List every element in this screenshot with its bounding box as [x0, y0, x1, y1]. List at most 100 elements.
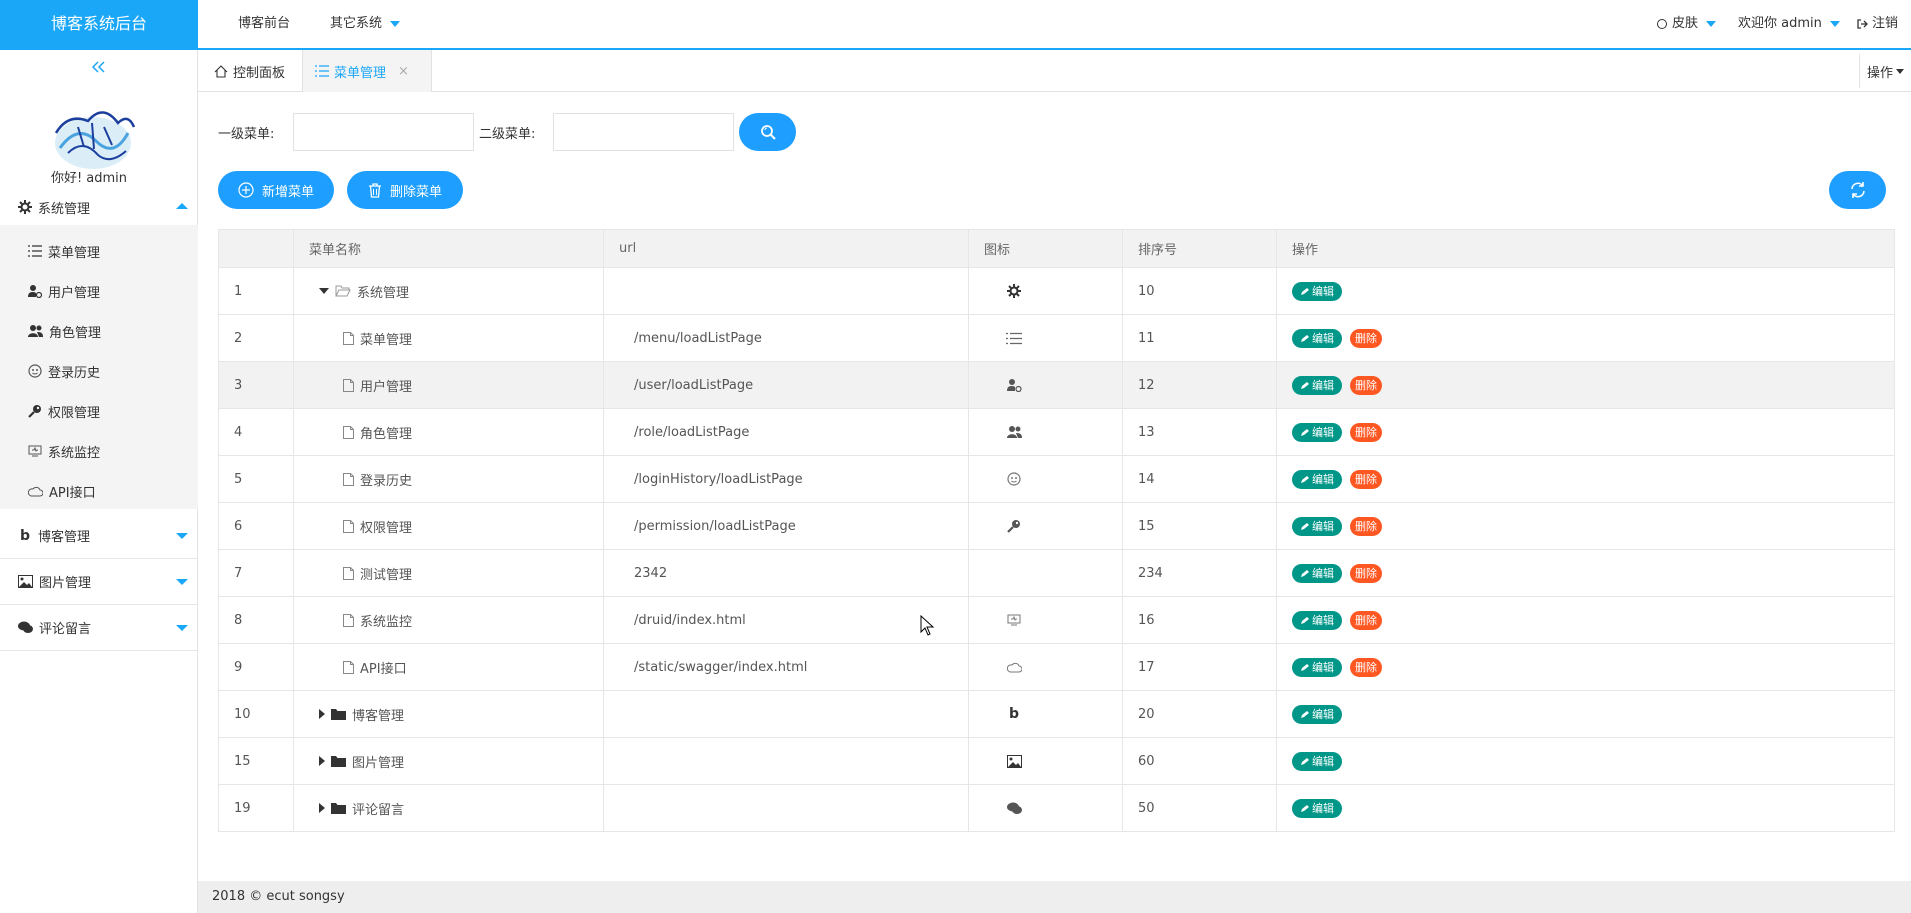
row-delete-button[interactable]: 删除 [1350, 657, 1382, 677]
tab-dashboard[interactable]: 控制面板 [212, 50, 287, 92]
cell-url [603, 737, 969, 785]
row-edit-button[interactable]: 编辑 [1292, 469, 1342, 489]
tab-label: 菜单管理 [334, 65, 387, 81]
sidebar-group-comments[interactable]: 评论留言 [0, 605, 198, 651]
sidebar-group-system[interactable]: 系统管理 [0, 189, 198, 225]
row-delete-button[interactable]: 删除 [1350, 469, 1382, 489]
add-menu-button[interactable]: 新增菜单 [218, 171, 334, 209]
comments-icon [18, 621, 33, 633]
delete-menu-button[interactable]: 删除菜单 [347, 171, 463, 209]
sidebar-item-roles[interactable]: 角色管理 [0, 311, 198, 351]
cell-sort: 15 [1122, 502, 1277, 550]
cell-actions: 编辑 删除 [1276, 549, 1895, 597]
row-edit-button[interactable]: 编辑 [1292, 328, 1342, 348]
sidebar-item-monitor[interactable]: 系统监控 [0, 431, 198, 471]
refresh-button[interactable] [1829, 171, 1886, 209]
sidebar-group-images[interactable]: 图片管理 [0, 559, 198, 605]
col-header-name[interactable]: 菜单名称 [293, 229, 604, 268]
chevron-down-icon [176, 533, 188, 539]
row-edit-button[interactable]: 编辑 [1292, 657, 1342, 677]
cell-icon [968, 784, 1123, 832]
key-icon [28, 405, 41, 418]
row-edit-button[interactable]: 编辑 [1292, 610, 1342, 630]
cell-sort: 10 [1122, 267, 1277, 315]
sidebar-item-api[interactable]: API接口 [0, 471, 198, 511]
pencil-icon [1301, 757, 1309, 765]
nav-other-systems[interactable]: 其它系统 [330, 0, 401, 48]
row-edit-button[interactable]: 编辑 [1292, 281, 1342, 301]
table-row[interactable]: 7 测试管理 2342 234 编辑 删除 [218, 549, 1895, 597]
cell-actions: 编辑 删除 [1276, 314, 1895, 362]
chevron-down-icon [1706, 21, 1717, 27]
col-header-url[interactable]: url [603, 229, 969, 268]
double-chevron-left-icon [91, 61, 105, 73]
table-row[interactable]: 4 角色管理/role/loadListPage 13 编辑 删除 [218, 408, 1895, 456]
table-row[interactable]: 8 系统监控/druid/index.html 16 编辑 删除 [218, 596, 1895, 644]
table-row[interactable]: 6 权限管理/permission/loadListPage 15 编辑 删除 [218, 502, 1895, 550]
col-header-sort[interactable]: 排序号 [1122, 229, 1277, 268]
nav-skin[interactable]: 皮肤 [1656, 0, 1717, 48]
cell-id: 2 [218, 314, 294, 362]
table-row[interactable]: 10 博客管理 b 20 编辑 [218, 690, 1895, 738]
pencil-icon [1301, 475, 1309, 483]
tab-operations-dropdown[interactable]: 操作 [1859, 54, 1911, 88]
sidebar-item-menu[interactable]: 菜单管理 [0, 231, 198, 271]
row-delete-button[interactable]: 删除 [1350, 610, 1382, 630]
sidebar-group-blog[interactable]: b 博客管理 [0, 513, 198, 559]
col-header-icon[interactable]: 图标 [968, 229, 1123, 268]
row-delete-button[interactable]: 删除 [1350, 422, 1382, 442]
sidebar-item-label: 权限管理 [48, 405, 101, 421]
filter-level1-input[interactable] [293, 113, 474, 151]
row-delete-button[interactable]: 删除 [1350, 516, 1382, 536]
row-edit-button[interactable]: 编辑 [1292, 516, 1342, 536]
blog-b-icon: b [19, 527, 31, 544]
file-icon [343, 378, 354, 392]
row-edit-label: 编辑 [1312, 473, 1334, 486]
filter-level2-input[interactable] [553, 113, 734, 151]
sidebar-item-permissions[interactable]: 权限管理 [0, 391, 198, 431]
row-delete-button[interactable]: 删除 [1350, 563, 1382, 583]
table-row[interactable]: 15 图片管理 60 编辑 [218, 737, 1895, 785]
search-button[interactable] [739, 113, 796, 151]
col-header-actions: 操作 [1276, 229, 1895, 268]
close-icon[interactable]: × [398, 64, 409, 79]
sidebar-item-login-history[interactable]: 登录历史 [0, 351, 198, 391]
top-navbar: 博客前台 其它系统 皮肤 欢迎你 admin 注销 [198, 0, 1911, 50]
table-row[interactable]: 5 登录历史/loginHistory/loadListPage 14 编辑 删除 [218, 455, 1895, 503]
row-edit-button[interactable]: 编辑 [1292, 704, 1342, 724]
row-delete-button[interactable]: 删除 [1350, 375, 1382, 395]
table-row[interactable]: 2 菜单管理/menu/loadListPage 11 编辑 删除 [218, 314, 1895, 362]
row-edit-button[interactable]: 编辑 [1292, 798, 1342, 818]
caret-right-icon[interactable] [319, 803, 325, 813]
cell-id: 15 [218, 737, 294, 785]
cell-sort: 12 [1122, 361, 1277, 409]
folder-icon [331, 802, 346, 814]
row-delete-button[interactable]: 删除 [1350, 328, 1382, 348]
caret-right-icon[interactable] [319, 709, 325, 719]
cell-name: 用户管理 [293, 361, 604, 409]
row-edit-button[interactable]: 编辑 [1292, 751, 1342, 771]
cell-sort: 17 [1122, 643, 1277, 691]
collapse-sidebar-button[interactable] [88, 58, 110, 78]
row-edit-button[interactable]: 编辑 [1292, 422, 1342, 442]
chevron-down-icon [1896, 68, 1904, 74]
table-row[interactable]: 19 评论留言 50 编辑 [218, 784, 1895, 832]
sidebar-item-users[interactable]: 用户管理 [0, 271, 198, 311]
caret-down-icon[interactable] [319, 288, 329, 294]
row-edit-button[interactable]: 编辑 [1292, 375, 1342, 395]
refresh-icon [1850, 182, 1865, 198]
nav-blog-front[interactable]: 博客前台 [238, 0, 290, 48]
tab-menu-management[interactable]: 菜单管理 × [302, 50, 432, 92]
avatar [48, 93, 138, 173]
folder-icon [331, 755, 346, 767]
nav-logout[interactable]: 注销 [1856, 0, 1898, 48]
cell-icon [968, 267, 1123, 315]
table-row[interactable]: 1 系统管理 10 编辑 [218, 267, 1895, 315]
table-row[interactable]: 3 用户管理/user/loadListPage 12 编辑 删除 [218, 361, 1895, 409]
nav-welcome-user[interactable]: 欢迎你 admin [1738, 0, 1840, 48]
table-row[interactable]: 9 API接口/static/swagger/index.html 17 编辑 删除 [218, 643, 1895, 691]
caret-right-icon[interactable] [319, 756, 325, 766]
cell-name: 博客管理 [293, 690, 604, 738]
nav-blog-front-label: 博客前台 [238, 16, 291, 31]
row-edit-button[interactable]: 编辑 [1292, 563, 1342, 583]
